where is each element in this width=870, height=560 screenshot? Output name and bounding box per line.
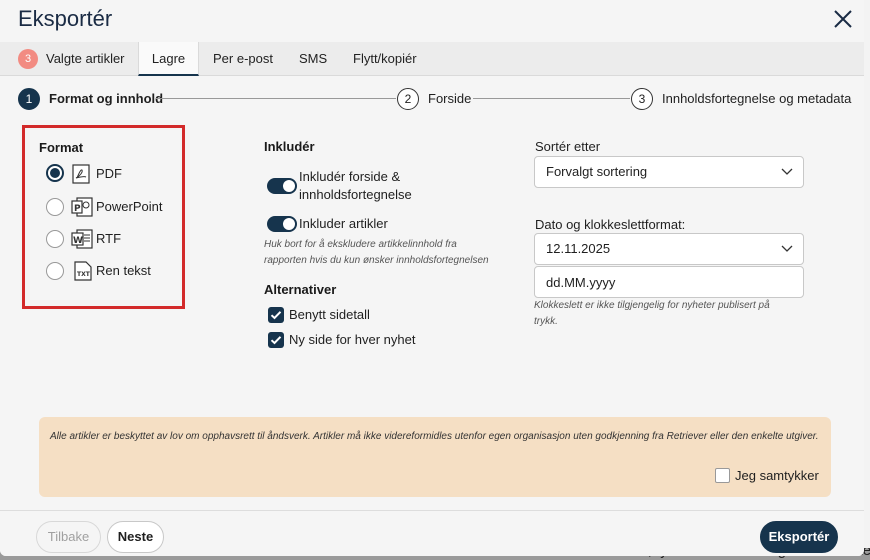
hint-line: Klokkeslett er ikke tilgjengelig for nyh… — [534, 300, 770, 311]
text-file-icon: TXT — [74, 261, 92, 281]
format-title: Format — [39, 140, 84, 155]
copyright-notice: Alle artikler er beskyttet av lov om opp… — [39, 417, 831, 497]
include-cover-label-line2: innholdsfortegnelse — [299, 187, 412, 202]
sort-select[interactable]: Forvalgt sortering — [534, 156, 804, 188]
svg-text:TXT: TXT — [77, 271, 91, 278]
export-dialog: Eksportér 3 Valgte artikler Lagre Per e-p… — [0, 0, 864, 556]
tab-label: Valgte artikler — [46, 51, 125, 66]
format-radio-rtf[interactable] — [46, 230, 64, 248]
word-icon: W — [71, 229, 93, 249]
consent-checkbox[interactable] — [715, 468, 730, 483]
tab-bar: 3 Valgte artikler Lagre Per e-post SMS Fl… — [0, 42, 864, 76]
format-label-powerpoint: PowerPoint — [96, 199, 163, 214]
new-page-checkbox[interactable] — [268, 332, 284, 348]
include-articles-label: Inkluder artikler — [299, 216, 388, 231]
pdf-icon — [72, 164, 90, 184]
format-radio-powerpoint[interactable] — [46, 198, 64, 216]
include-articles-toggle[interactable] — [267, 216, 297, 232]
tab-save[interactable]: Lagre — [138, 42, 199, 76]
check-icon — [270, 336, 282, 345]
tab-label: Lagre — [151, 51, 186, 66]
step-3-indicator[interactable]: 3 — [631, 88, 653, 110]
include-title: Inkludér — [264, 139, 315, 154]
back-button[interactable]: Tilbake — [36, 521, 101, 553]
next-button[interactable]: Neste — [107, 521, 164, 553]
hint-line: Huk bort for å ekskludere artikkelinnhol… — [264, 239, 457, 250]
consent-label: Jeg samtykker — [735, 468, 819, 483]
chevron-down-icon — [781, 168, 793, 175]
include-cover-label: Inkludér forside & innholdsfortegnelse — [299, 168, 412, 204]
date-format-select-value: 12.11.2025 — [546, 241, 611, 256]
export-button[interactable]: Eksportér — [760, 521, 838, 553]
step-1-label[interactable]: Format og innhold — [49, 91, 163, 106]
format-label-pdf: PDF — [96, 166, 122, 181]
dialog-title: Eksportér — [18, 6, 113, 31]
dialog-footer: Tilbake Neste Eksportér — [0, 510, 864, 556]
date-format-input[interactable] — [534, 266, 804, 298]
selected-count-badge: 3 — [18, 48, 38, 69]
date-format-select[interactable]: 12.11.2025 — [534, 233, 804, 265]
format-label-rtf: RTF — [96, 231, 122, 246]
format-label-plain-text: Ren tekst — [96, 263, 151, 278]
dialog-header: Eksportér — [0, 0, 864, 42]
step-2-indicator[interactable]: 2 — [397, 88, 419, 110]
step-connector — [473, 98, 630, 99]
new-page-label: Ny side for hver nyhet — [289, 332, 416, 347]
hint-line: rapporten hvis du kun ønsker innholdsfor… — [264, 255, 489, 266]
sort-select-value: Forvalgt sortering — [546, 164, 648, 179]
tab-selected-articles[interactable]: 3 Valgte artikler — [18, 42, 125, 76]
datetime-label: Dato og klokkeslettformat: — [535, 217, 686, 232]
page-numbers-label: Benytt sidetall — [289, 307, 370, 322]
svg-text:P: P — [74, 204, 81, 214]
datetime-hint: Klokkeslett er ikke tilgjengelig for nyh… — [534, 298, 804, 330]
tab-label: Per e-post — [213, 51, 273, 66]
tab-move-copy[interactable]: Flytt/kopiér — [353, 42, 417, 76]
include-cover-toggle[interactable] — [267, 178, 297, 194]
format-radio-plain-text[interactable] — [46, 262, 64, 280]
tab-label: Flytt/kopiér — [353, 51, 417, 66]
include-cover-label-line1: Inkludér forside & — [299, 169, 401, 184]
chevron-down-icon — [781, 245, 793, 252]
close-icon[interactable] — [830, 6, 856, 32]
alternatives-title: Alternativer — [264, 282, 337, 297]
step-1-indicator[interactable]: 1 — [18, 88, 40, 110]
tab-email[interactable]: Per e-post — [213, 42, 273, 76]
check-icon — [270, 311, 282, 320]
format-radio-pdf[interactable] — [46, 164, 64, 182]
page-numbers-checkbox[interactable] — [268, 307, 284, 323]
step-connector — [156, 98, 396, 99]
hint-line: trykk. — [534, 316, 558, 327]
step-3-label[interactable]: Innholdsfortegnelse og metadata — [662, 91, 851, 106]
include-articles-hint: Huk bort for å ekskludere artikkelinnhol… — [264, 237, 489, 269]
step-2-label[interactable]: Forside — [428, 91, 471, 106]
tab-label: SMS — [299, 51, 328, 66]
background-page-edge — [864, 0, 870, 560]
export-stepper: 1 Format og innhold 2 Forside 3 Innholds… — [0, 84, 864, 114]
tab-sms[interactable]: SMS — [299, 42, 327, 76]
sort-label: Sortér etter — [535, 139, 601, 154]
copyright-notice-text: Alle artikler er beskyttet av lov om opp… — [50, 431, 819, 442]
svg-text:W: W — [73, 236, 83, 246]
powerpoint-icon: P — [71, 197, 93, 217]
